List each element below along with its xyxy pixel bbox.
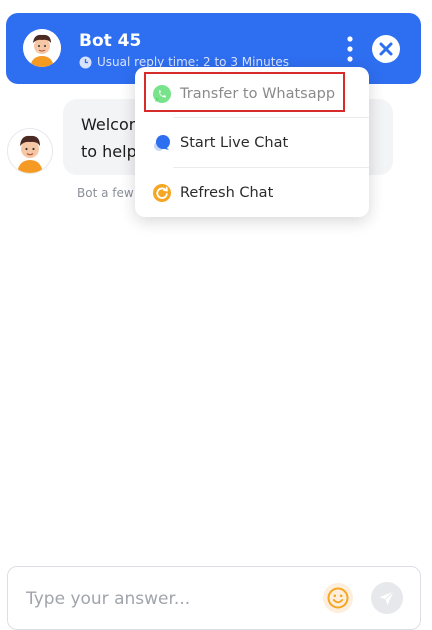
chat-widget: Bot 45 Usual reply time: 2 to 3 Minutes <box>0 0 432 630</box>
close-button[interactable] <box>372 35 400 63</box>
message-composer <box>7 566 421 630</box>
menu-item-transfer-whatsapp[interactable]: Transfer to Whatsapp <box>135 69 369 119</box>
whatsapp-icon <box>152 84 172 104</box>
menu-item-start-live-chat[interactable]: Start Live Chat <box>135 118 369 168</box>
options-menu: Transfer to Whatsapp Start Live Chat Ref… <box>135 67 369 217</box>
menu-item-refresh-chat[interactable]: Refresh Chat <box>135 168 369 218</box>
smiley-icon <box>323 583 353 613</box>
message-timestamp: Bot a few <box>77 186 134 200</box>
menu-item-label: Start Live Chat <box>180 135 289 151</box>
message-avatar-icon <box>7 128 53 174</box>
answer-input[interactable] <box>26 585 306 613</box>
menu-item-label: Transfer to Whatsapp <box>180 86 336 102</box>
send-icon <box>371 582 403 614</box>
bot-avatar-icon <box>23 29 61 67</box>
menu-item-label: Refresh Chat <box>180 185 274 201</box>
refresh-icon <box>152 183 172 203</box>
send-button[interactable] <box>371 582 403 614</box>
kebab-menu-icon[interactable] <box>341 35 359 63</box>
clock-icon <box>79 56 92 69</box>
close-icon <box>372 35 400 63</box>
bot-name: Bot 45 <box>79 31 142 51</box>
chat-bubbles-icon <box>152 133 172 153</box>
emoji-button[interactable] <box>323 583 353 613</box>
